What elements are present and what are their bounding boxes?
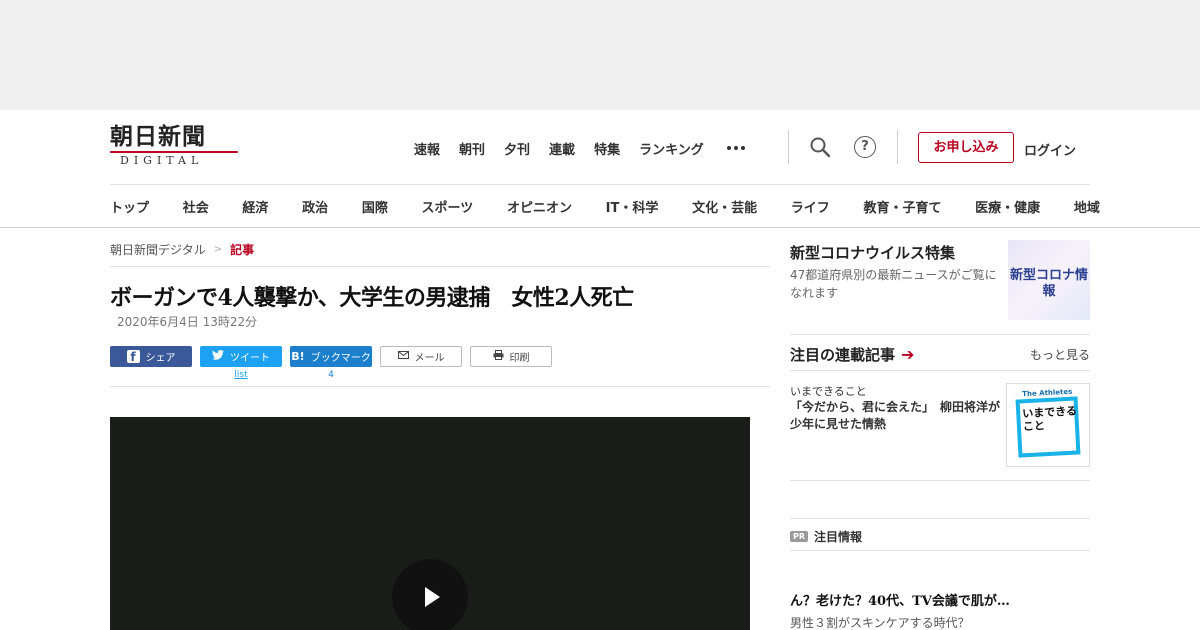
print-button[interactable]: 印刷 [470,346,552,367]
facebook-icon: f [126,350,140,364]
category-politics[interactable]: 政治 [302,197,328,216]
twitter-share-label: ツイート [230,353,270,364]
corona-thumbnail-text: 新型コロナ情報 [1009,268,1088,299]
pr-article-title[interactable]: ん？老けた？40代、TV会議で肌が… [790,590,1010,609]
divider [110,386,770,387]
category-top[interactable]: トップ [110,197,149,216]
mail-share-button[interactable]: メール [380,346,462,367]
video-player[interactable] [110,417,750,630]
series-section-label: 注目の連載記事 [790,346,896,364]
sidebar-divider [790,370,1090,371]
category-international[interactable]: 国際 [362,197,388,216]
top-nav-ranking[interactable]: ランキング [639,139,704,158]
category-health[interactable]: 医療・健康 [975,197,1040,216]
breadcrumb-separator: > [213,244,223,255]
help-icon[interactable]: ? [854,136,876,158]
pr-badge: PR [790,531,809,542]
pr-section-header: PR 注目情報 [790,528,862,545]
series-section-title[interactable]: 注目の連載記事 ➔ [790,344,914,365]
corona-feature-description[interactable]: 47都道府県別の最新ニュースがご覧になれます [790,266,1002,302]
category-society[interactable]: 社会 [183,197,209,216]
article-title: ボーガンで4人襲撃か、大学生の男逮捕 女性2人死亡 [110,285,634,311]
pr-section-label: 注目情報 [814,530,863,544]
more-menu-icon[interactable] [726,146,745,150]
header-divider [897,130,898,164]
hatena-icon: B! [291,350,305,363]
corona-feature-title[interactable]: 新型コロナウイルス特集 [790,242,955,263]
sidebar-divider [790,334,1090,335]
category-sports[interactable]: スポーツ [422,197,474,216]
site-logo[interactable]: 朝日新聞 DIGITAL [110,124,242,168]
category-life[interactable]: ライフ [791,197,830,216]
category-education[interactable]: 教育・子育て [863,197,941,216]
pr-article-subtitle[interactable]: 男性３割がスキンケアする時代？ [790,614,970,630]
top-nav: 速報 朝刊 夕刊 連載 特集 ランキング [414,138,745,158]
breadcrumb: 朝日新聞デジタル > 記事 [110,241,254,258]
top-nav-morning[interactable]: 朝刊 [459,139,485,158]
ad-banner [0,0,1200,110]
sidebar-divider [790,518,1090,519]
article-date: 2020年6月4日 13時22分 [117,315,258,329]
twitter-share-button[interactable]: ツイート [200,346,282,367]
hatena-bookmark-count[interactable]: 4 [290,370,372,380]
printer-icon [493,350,504,363]
facebook-share-label: シェア [145,353,176,364]
twitter-share-count[interactable]: list [200,370,282,380]
logo-main-text: 朝日新聞 [110,123,206,150]
site-header: 朝日新聞 DIGITAL 速報 朝刊 夕刊 連載 特集 ランキング ? お申し込… [0,110,1200,228]
more-link[interactable]: もっと見る [1030,346,1090,363]
logo-sub-text: DIGITAL [120,154,204,167]
divider [110,266,770,267]
series-thumbnail-card: The Athletes いまできること [1015,388,1081,458]
logo-underline [110,151,238,153]
series-thumbnail-top: The Athletes [1022,387,1073,399]
category-culture[interactable]: 文化・芸能 [692,197,757,216]
breadcrumb-current[interactable]: 記事 [230,241,254,258]
sidebar-divider [790,550,1090,551]
login-link[interactable]: ログイン [1024,140,1076,159]
series-thumbnail-text: いまできること [1021,404,1078,434]
mail-icon [397,350,409,363]
print-label: 印刷 [509,353,530,364]
arrow-right-icon: ➔ [901,345,915,364]
header-divider [788,130,789,164]
facebook-share-button[interactable]: f シェア [110,346,192,367]
sidebar-divider [790,480,1090,481]
search-icon[interactable] [809,136,831,158]
top-nav-series[interactable]: 連載 [549,139,575,158]
subscribe-button[interactable]: お申し込み [918,132,1014,163]
category-nav: トップ 社会 経済 政治 国際 スポーツ オピニオン IT・科学 文化・芸能 ラ… [110,197,1100,216]
series-kicker: いまできること [790,385,867,398]
top-nav-evening[interactable]: 夕刊 [504,139,530,158]
category-it-science[interactable]: IT・科学 [606,197,659,216]
header-rule [110,184,1090,185]
mail-share-label: メール [414,353,445,364]
series-article-thumbnail[interactable]: The Athletes いまできること [1006,383,1090,467]
breadcrumb-home[interactable]: 朝日新聞デジタル [110,241,206,258]
category-economy[interactable]: 経済 [242,197,268,216]
corona-feature-thumbnail[interactable]: 新型コロナ情報 [1008,240,1090,320]
twitter-icon [212,350,224,363]
play-icon[interactable] [392,559,468,630]
top-nav-breaking[interactable]: 速報 [414,139,440,158]
top-nav-features[interactable]: 特集 [594,139,620,158]
category-opinion[interactable]: オピニオン [507,197,572,216]
category-local[interactable]: 地域 [1074,197,1100,216]
hatena-bookmark-label: ブックマーク [310,353,371,364]
hatena-bookmark-button[interactable]: B! ブックマーク [290,346,372,367]
series-article-link[interactable]: 「今だから、君に会えた」 柳田将洋が少年に見せた情熱 [790,399,1000,433]
